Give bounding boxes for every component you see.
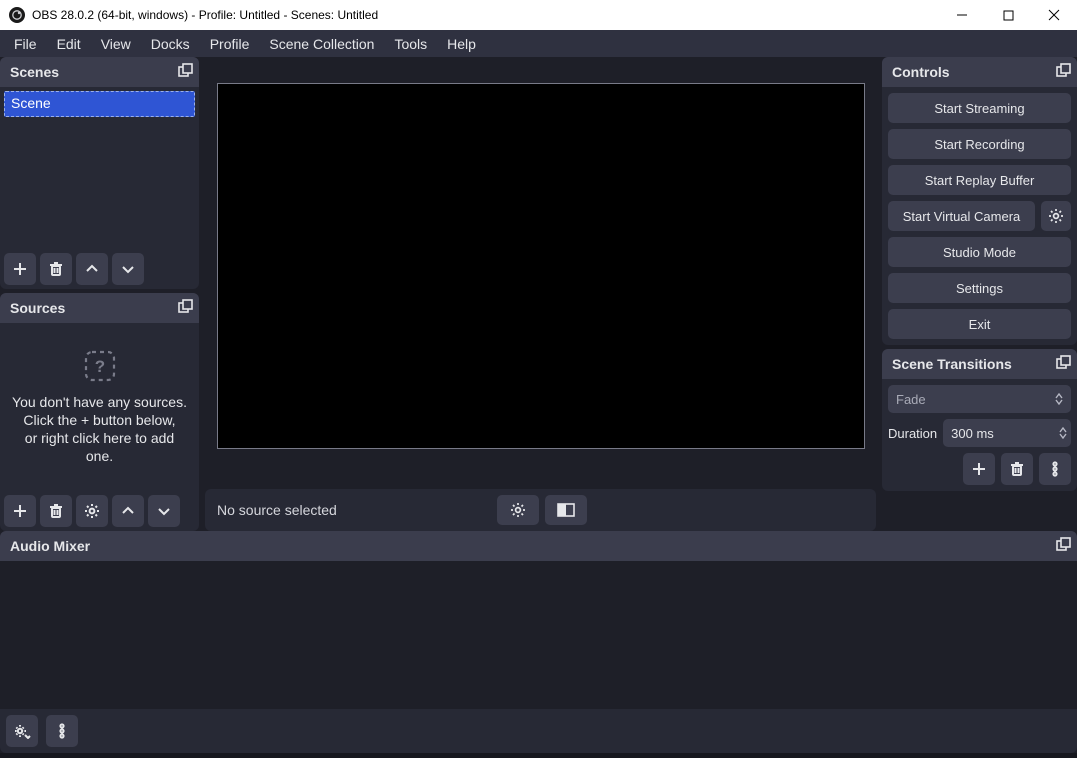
source-delete-button[interactable]	[40, 495, 72, 527]
source-move-up-button[interactable]	[112, 495, 144, 527]
menu-view[interactable]: View	[91, 32, 141, 56]
transition-select-arrows-icon	[1055, 393, 1063, 405]
menu-scene-collection[interactable]: Scene Collection	[259, 32, 384, 56]
audio-mixer-body	[0, 561, 1077, 709]
menubar: File Edit View Docks Profile Scene Colle…	[0, 30, 1077, 57]
virtual-camera-settings-button[interactable]	[1041, 201, 1071, 231]
audio-advanced-button[interactable]	[6, 715, 38, 747]
scene-item[interactable]: Scene	[4, 91, 195, 117]
audio-mixer-header: Audio Mixer	[0, 531, 1077, 561]
controls-popout-icon[interactable]	[1055, 63, 1071, 79]
sources-title: Sources	[10, 300, 65, 316]
duration-value: 300 ms	[951, 426, 994, 441]
menu-tools[interactable]: Tools	[384, 32, 437, 56]
scene-move-up-button[interactable]	[76, 253, 108, 285]
scene-move-down-button[interactable]	[112, 253, 144, 285]
settings-button[interactable]: Settings	[888, 273, 1071, 303]
scene-add-button[interactable]	[4, 253, 36, 285]
window-title: OBS 28.0.2 (64-bit, windows) - Profile: …	[32, 8, 939, 22]
sources-header: Sources	[0, 293, 199, 323]
sources-empty-icon: ?	[83, 349, 117, 383]
maximize-button[interactable]	[985, 0, 1031, 30]
source-properties-button[interactable]	[76, 495, 108, 527]
menu-edit[interactable]: Edit	[47, 32, 91, 56]
preview-canvas[interactable]	[217, 83, 865, 449]
app-logo-icon	[8, 6, 26, 24]
source-add-button[interactable]	[4, 495, 36, 527]
transition-add-button[interactable]	[963, 453, 995, 485]
controls-header: Controls	[882, 57, 1077, 87]
duration-label: Duration	[888, 426, 937, 441]
sources-popout-icon[interactable]	[177, 299, 193, 315]
scene-delete-button[interactable]	[40, 253, 72, 285]
duration-spinner-icon[interactable]	[1059, 427, 1067, 439]
controls-title: Controls	[892, 64, 950, 80]
sources-list[interactable]: ? You don't have any sources. Click the …	[0, 323, 199, 491]
start-recording-button[interactable]: Start Recording	[888, 129, 1071, 159]
source-move-down-button[interactable]	[148, 495, 180, 527]
preview-area[interactable]	[205, 57, 876, 471]
audio-mixer-title: Audio Mixer	[10, 538, 90, 554]
minimize-button[interactable]	[939, 0, 985, 30]
titlebar: OBS 28.0.2 (64-bit, windows) - Profile: …	[0, 0, 1077, 30]
controls-dock: Controls Start Streaming Start Recording…	[882, 57, 1077, 345]
transitions-header: Scene Transitions	[882, 349, 1077, 379]
transition-select[interactable]: Fade	[888, 385, 1071, 413]
start-streaming-button[interactable]: Start Streaming	[888, 93, 1071, 123]
scenes-toolbar	[0, 249, 199, 289]
scenes-header: Scenes	[0, 57, 199, 87]
audio-mixer-dock: Audio Mixer	[0, 531, 1077, 753]
close-button[interactable]	[1031, 0, 1077, 30]
transitions-title: Scene Transitions	[892, 356, 1012, 372]
studio-mode-button[interactable]: Studio Mode	[888, 237, 1071, 267]
menu-help[interactable]: Help	[437, 32, 486, 56]
source-filters-button[interactable]	[545, 495, 587, 525]
menu-file[interactable]: File	[4, 32, 47, 56]
source-settings-button[interactable]	[497, 495, 539, 525]
start-virtual-camera-button[interactable]: Start Virtual Camera	[888, 201, 1035, 231]
sources-dock: Sources ? You don't have any sources. Cl…	[0, 293, 199, 531]
transitions-popout-icon[interactable]	[1055, 355, 1071, 371]
source-context-bar: No source selected	[205, 489, 876, 531]
scenes-dock: Scenes Scene	[0, 57, 199, 289]
scenes-title: Scenes	[10, 64, 59, 80]
menu-docks[interactable]: Docks	[141, 32, 200, 56]
audio-mixer-popout-icon[interactable]	[1055, 537, 1071, 553]
source-bar-label: No source selected	[215, 502, 491, 518]
menu-profile[interactable]: Profile	[200, 32, 260, 56]
sources-toolbar	[0, 491, 199, 531]
sources-empty-text: You don't have any sources. Click the + …	[10, 393, 189, 466]
scenes-popout-icon[interactable]	[177, 63, 193, 79]
exit-button[interactable]: Exit	[888, 309, 1071, 339]
statusbar: LIVE: 00:00:00 REC: 00:00:00 CPU: 0.5%, …	[0, 753, 1077, 758]
transition-delete-button[interactable]	[1001, 453, 1033, 485]
svg-text:?: ?	[94, 357, 104, 376]
duration-input[interactable]: 300 ms	[943, 419, 1071, 447]
scenes-list[interactable]: Scene	[0, 87, 199, 249]
transitions-dock: Scene Transitions Fade Duration 300 ms	[882, 349, 1077, 491]
audio-mixer-toolbar	[0, 709, 1077, 753]
transition-current: Fade	[896, 392, 926, 407]
audio-more-button[interactable]	[46, 715, 78, 747]
start-replay-buffer-button[interactable]: Start Replay Buffer	[888, 165, 1071, 195]
transition-more-button[interactable]	[1039, 453, 1071, 485]
